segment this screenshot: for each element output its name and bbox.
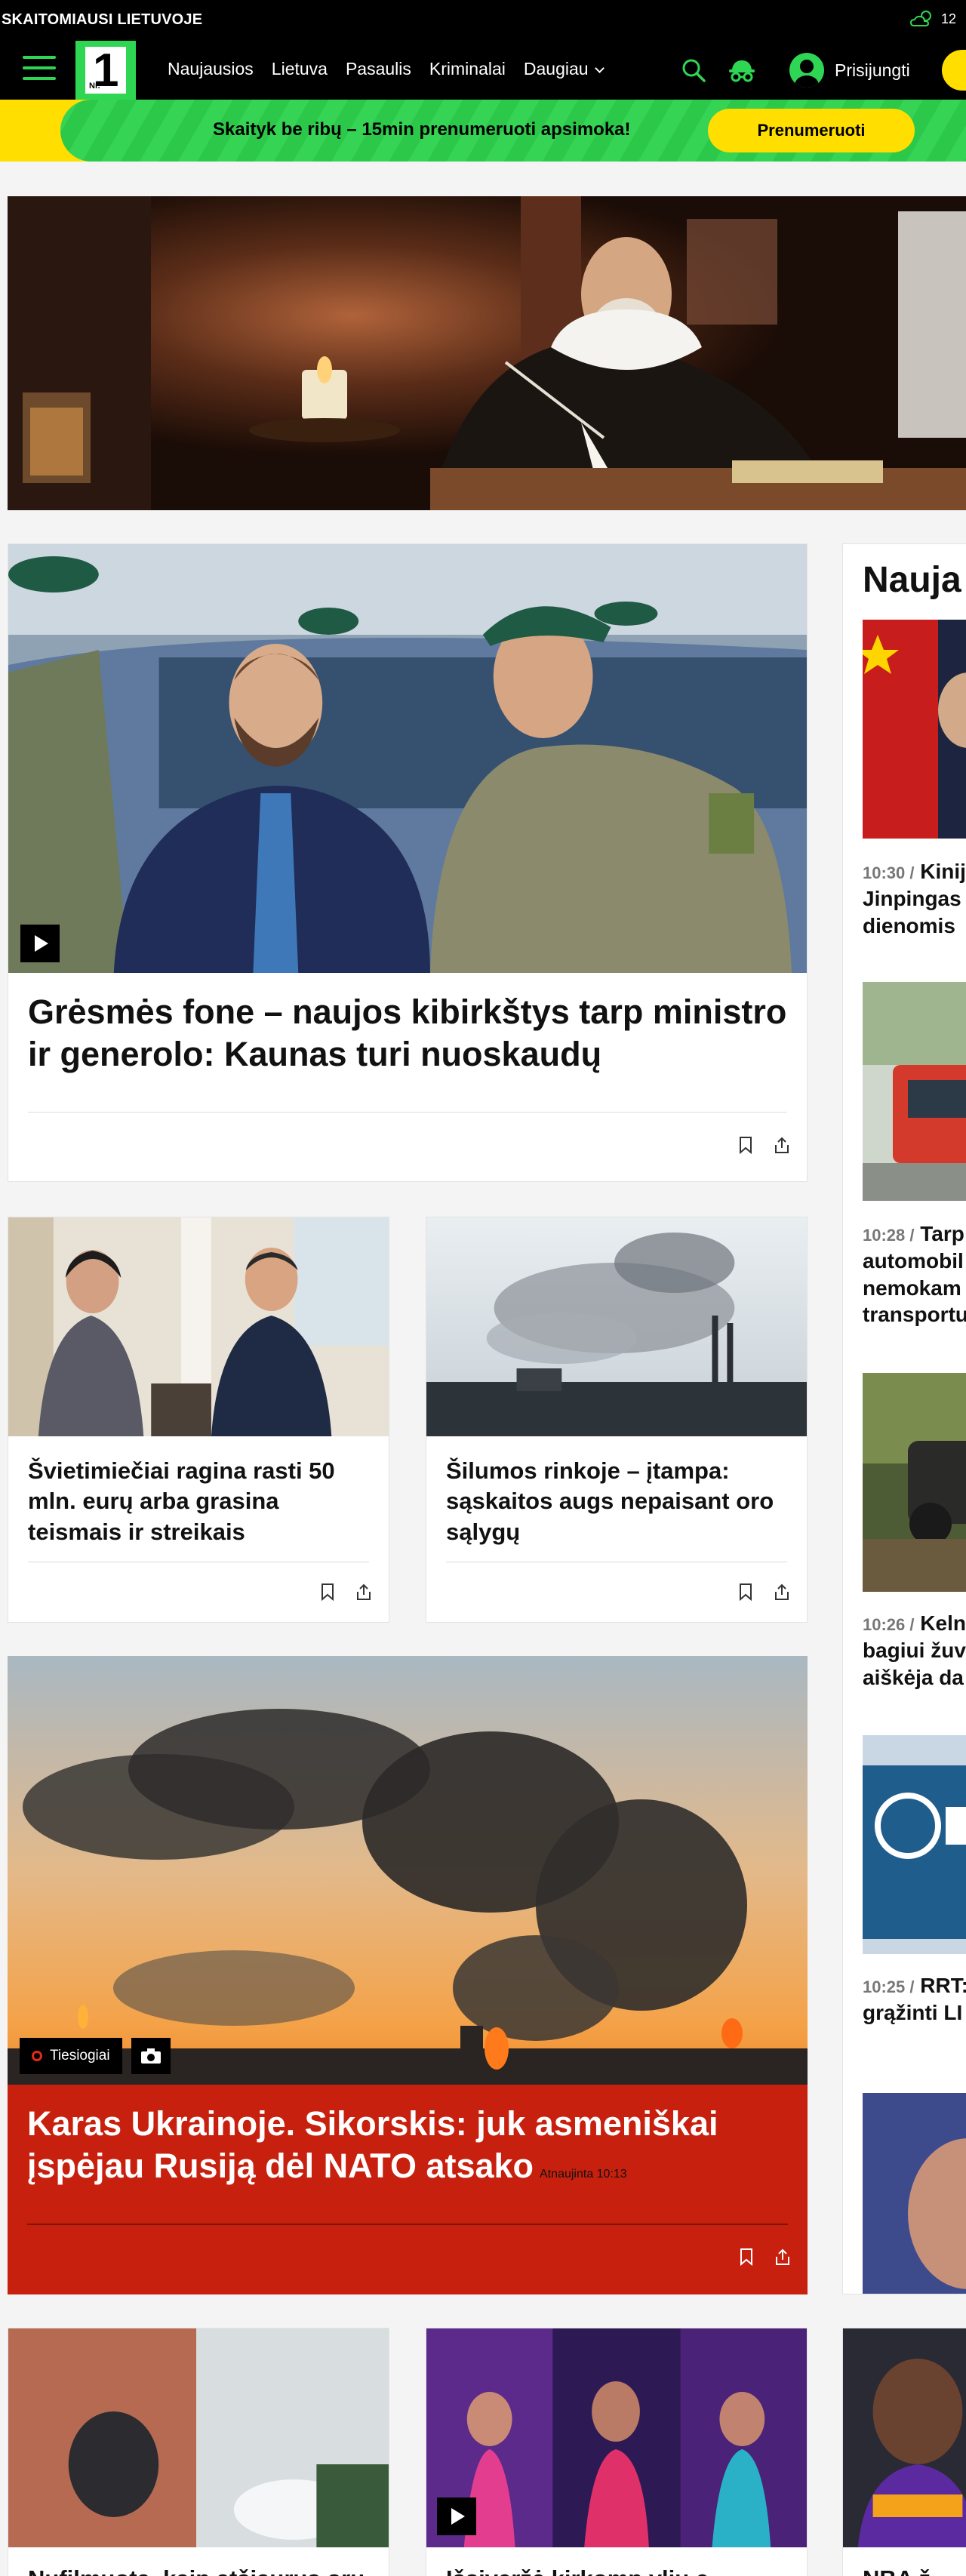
live-badge: Tiesiogiai (20, 2038, 122, 2074)
lower-article-image (8, 2328, 389, 2547)
live-article-image (8, 1656, 808, 2085)
bookmark-icon[interactable] (319, 1583, 336, 1601)
sidebar-thumb[interactable] (863, 1373, 966, 1592)
hero-image (8, 196, 966, 510)
lower-article-card[interactable]: NBA ž (842, 2328, 966, 2576)
sidebar-item-line: Tarp (920, 1222, 964, 1245)
nav-link-naujausios[interactable]: Naujausios (168, 59, 254, 79)
sidebar-item-time: 10:26 / (863, 1615, 915, 1634)
live-dot-icon (32, 2051, 42, 2061)
sidebar-item-line: automobil (863, 1248, 964, 1273)
lower-article-title[interactable]: Nufilmuota, kaip atšiaurus oru (28, 2564, 369, 2576)
chevron-down-icon (594, 63, 605, 73)
lower-article-card[interactable]: Išsiveržė kirkomp ylių ę (426, 2328, 808, 2576)
share-icon[interactable] (774, 1136, 790, 1154)
hero-banner[interactable] (8, 196, 966, 510)
search-icon[interactable] (681, 57, 706, 83)
lower-article-image (426, 2328, 807, 2547)
main-article-title[interactable]: Grėsmės fone – naujos kibirkštys tarp mi… (28, 991, 787, 1076)
sidebar-item-line: bagiui žuv (863, 1638, 966, 1662)
sidebar-item-line: Keln (920, 1611, 966, 1635)
nav-link-daugiau-label: Daugiau (523, 59, 589, 78)
card-divider (28, 1112, 787, 1113)
secondary-article-card[interactable]: Šilumos rinkoje – įtampa: sąskaitos augs… (426, 1217, 808, 1623)
card-actions (737, 1583, 790, 1601)
login-label: Prisijungti (835, 60, 910, 80)
latest-news-sidebar: Nauja 10:30 / Kinij Jinpingas dienomis 1… (842, 543, 966, 2294)
sidebar-item-line: dienomis (863, 913, 955, 937)
bookmark-icon[interactable] (737, 1136, 754, 1154)
updated-time: Atnaujinta 10:13 (540, 2168, 627, 2181)
card-actions (737, 1136, 790, 1154)
secondary-article-title[interactable]: Šilumos rinkoje – įtampa: sąskaitos augs… (446, 1456, 787, 1547)
nav-link-daugiau[interactable]: Daugiau (523, 59, 605, 79)
sidebar-thumb[interactable] (863, 1735, 966, 1954)
sidebar-item-time: 10:25 / (863, 1977, 915, 1996)
sidebar-item-line: Kinij (920, 860, 966, 883)
live-badge-label: Tiesiogiai (50, 2048, 110, 2064)
nav-link-pasaulis[interactable]: Pasaulis (346, 59, 411, 79)
sidebar-thumb[interactable] (863, 982, 966, 1201)
sidebar-item-line: transportu (863, 1303, 966, 1327)
sidebar-heading: Nauja (863, 560, 961, 600)
secondary-article-card[interactable]: Švietimiečiai ragina rasti 50 mln. eurų … (8, 1217, 389, 1623)
bookmark-icon[interactable] (738, 2248, 755, 2266)
cloud-sun-icon (909, 11, 931, 26)
sidebar-item-time: 10:30 / (863, 863, 915, 882)
top-strip: SKAITOMIAUSI LIETUVOJE 12 (0, 0, 966, 39)
weather-widget[interactable]: 12 (909, 9, 956, 29)
lower-article-image (843, 2328, 966, 2547)
live-article-title[interactable]: Karas Ukrainoje. Sikorskis: juk asmenišk… (27, 2103, 782, 2188)
weather-temp: 12 (941, 11, 957, 26)
lower-article-title[interactable]: Išsiveržė kirkomp ylių ę (446, 2564, 787, 2576)
bookmark-icon[interactable] (737, 1583, 754, 1601)
card-divider (27, 2224, 788, 2225)
sidebar-item-line: RRT: (920, 1974, 966, 1997)
promo-banner: Skaityk be ribų – 15min prenumeruoti aps… (0, 100, 966, 162)
user-icon (789, 53, 824, 88)
sidebar-item-line: Jinpingas (863, 886, 961, 910)
sidebar-item[interactable]: 10:26 / Keln bagiui žuv aiškėja da (863, 1610, 966, 1691)
nav-links: Naujausios Lietuva Pasaulis Kriminalai D… (168, 59, 605, 79)
login-button[interactable]: Prisijungti (789, 53, 910, 88)
sidebar-item-line: nemokam (863, 1276, 961, 1300)
live-article-card[interactable]: Tiesiogiai Karas Ukrainoje. Sikorskis: j… (8, 1656, 808, 2294)
video-play-icon[interactable] (437, 2498, 476, 2535)
main-navbar: 1 Nr. Naujausios Lietuva Pasaulis Krimin… (0, 39, 966, 100)
sidebar-item-line: aiškėja da (863, 1665, 964, 1689)
main-article-card[interactable]: Grėsmės fone – naujos kibirkštys tarp mi… (8, 543, 808, 1182)
sidebar-item-line: grąžinti LI (863, 2000, 963, 2024)
sidebar-item[interactable]: 10:28 / Tarp automobil nemokam transport… (863, 1220, 966, 1328)
nav-link-lietuva[interactable]: Lietuva (272, 59, 328, 79)
share-icon[interactable] (355, 1583, 372, 1601)
site-logo[interactable]: 1 Nr. (75, 41, 136, 100)
lower-article-card[interactable]: Nufilmuota, kaip atšiaurus oru (8, 2328, 389, 2576)
tagline: SKAITOMIAUSI LIETUVOJE (2, 11, 203, 28)
camera-icon[interactable] (131, 2038, 171, 2074)
logo-text: Nr. (89, 82, 100, 91)
sidebar-item[interactable]: 10:30 / Kinij Jinpingas dienomis (863, 858, 966, 939)
sidebar-thumb[interactable] (863, 2093, 966, 2294)
sidebar-item[interactable]: 10:25 / RRT: grąžinti LI (863, 1972, 966, 2027)
sidebar-item-time: 10:28 / (863, 1226, 915, 1245)
secondary-article-image (426, 1217, 807, 1436)
nav-link-kriminalai[interactable]: Kriminalai (429, 59, 506, 79)
promo-text: Skaityk be ribų – 15min prenumeruoti aps… (213, 119, 631, 140)
card-actions (319, 1583, 372, 1601)
subscribe-button[interactable]: Prenumeruoti (708, 109, 915, 152)
incognito-icon[interactable] (726, 57, 758, 83)
menu-icon[interactable] (23, 56, 56, 83)
share-icon[interactable] (774, 2248, 791, 2266)
main-article-image (8, 544, 807, 973)
share-icon[interactable] (774, 1583, 790, 1601)
secondary-article-image (8, 1217, 389, 1436)
secondary-article-title[interactable]: Švietimiečiai ragina rasti 50 mln. eurų … (28, 1456, 369, 1547)
video-play-icon[interactable] (20, 925, 60, 962)
card-actions (738, 2248, 791, 2266)
sidebar-thumb[interactable] (863, 620, 966, 839)
subscribe-pill[interactable] (942, 50, 966, 91)
lower-article-title[interactable]: NBA ž (863, 2564, 966, 2576)
